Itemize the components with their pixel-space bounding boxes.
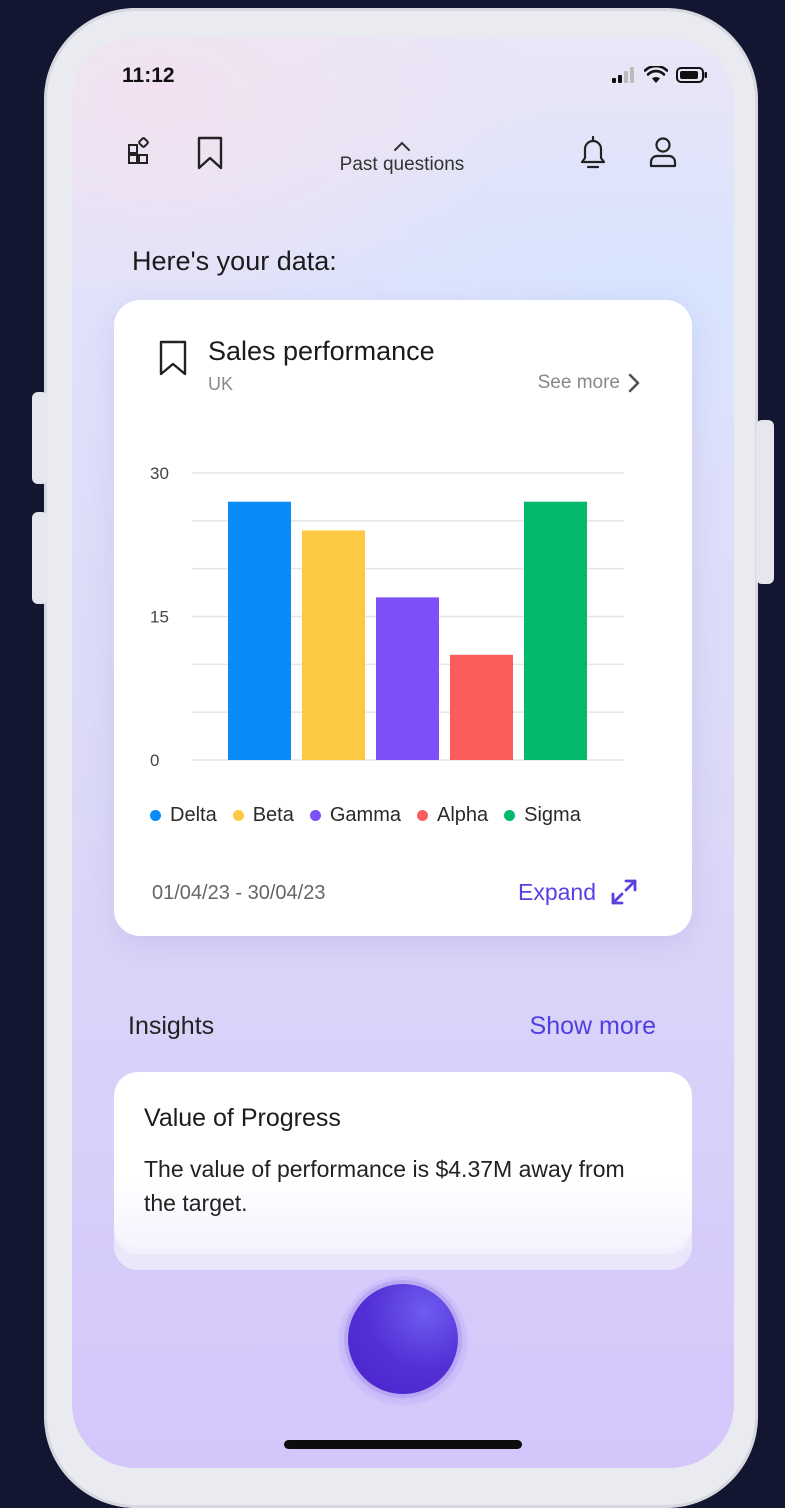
- bar-gamma[interactable]: [376, 597, 439, 760]
- show-more-link[interactable]: Show more: [530, 1012, 656, 1041]
- home-indicator[interactable]: [284, 1440, 522, 1449]
- expand-label: Expand: [517, 878, 596, 905]
- legend-dot: [150, 810, 161, 821]
- bar-alpha[interactable]: [450, 654, 513, 760]
- chart-card: Sales performance UK See more 0 15 30 Delt…: [114, 300, 692, 936]
- see-more-link[interactable]: See more: [538, 372, 640, 394]
- bar-delta[interactable]: [228, 501, 291, 760]
- y-tick-label: 30: [150, 464, 169, 483]
- legend-item-gamma: Gamma: [309, 804, 401, 827]
- y-tick-label: 0: [150, 751, 159, 770]
- volume-up-button: [32, 392, 48, 484]
- see-more-label: See more: [537, 372, 620, 393]
- power-button: [756, 420, 774, 584]
- date-range: 01/04/23 - 30/04/23: [152, 882, 326, 904]
- chevron-up-icon: [394, 141, 410, 151]
- insight-card[interactable]: Value of Progress The value of performan…: [114, 1072, 692, 1248]
- legend-label: Sigma: [524, 804, 581, 826]
- chevron-right-icon: [628, 373, 640, 393]
- legend-item-alpha: Alpha: [416, 804, 489, 827]
- legend-label: Delta: [170, 804, 217, 826]
- bell-icon[interactable]: [578, 134, 608, 170]
- legend-item-delta: Delta: [150, 804, 217, 827]
- legend-dot: [309, 810, 321, 821]
- user-icon[interactable]: [648, 136, 678, 168]
- legend-dot: [504, 810, 516, 821]
- legend-dot: [232, 810, 244, 821]
- legend-label: Alpha: [436, 804, 489, 826]
- bar-sigma[interactable]: [524, 501, 587, 760]
- battery-icon: [676, 67, 707, 83]
- signal-icon: [612, 67, 634, 83]
- expand-button[interactable]: Expand: [518, 878, 638, 906]
- assistant-orb-button[interactable]: [348, 1284, 458, 1394]
- status-icons: [612, 66, 708, 84]
- expand-icon: [611, 879, 637, 905]
- bookmark-icon[interactable]: [158, 340, 188, 376]
- chart-legend: Delta Beta Gamma Alpha Sigma: [150, 804, 581, 827]
- card-title: Sales performance: [208, 336, 435, 366]
- legend-item-sigma: Sigma: [504, 804, 581, 827]
- page-heading: Here's your data:: [132, 246, 337, 276]
- wifi-icon: [644, 66, 668, 83]
- y-tick-label: 15: [150, 608, 169, 627]
- bar-beta[interactable]: [302, 530, 365, 760]
- bookmark-icon[interactable]: [196, 136, 224, 170]
- legend-dot: [416, 810, 428, 821]
- insight-card-body: The value of performance is $4.37M away …: [144, 1156, 625, 1216]
- insight-card-title: Value of Progress: [144, 1104, 341, 1132]
- card-subtitle: UK: [208, 374, 234, 394]
- insights-title: Insights: [128, 1012, 215, 1040]
- volume-down-button: [32, 512, 48, 604]
- legend-label: Gamma: [329, 804, 401, 826]
- grid-add-icon[interactable]: [126, 136, 156, 166]
- past-questions-toggle[interactable]: Past questions: [302, 134, 502, 176]
- legend-label: Beta: [252, 804, 294, 826]
- bar-chart: 0 15 30: [150, 464, 624, 770]
- legend-item-beta: Beta: [232, 804, 294, 827]
- status-time: 11:12: [122, 64, 175, 87]
- phone-screen: 11:12 Past questions Here's your data: S…: [72, 38, 734, 1468]
- past-questions-label: Past questions: [339, 154, 465, 175]
